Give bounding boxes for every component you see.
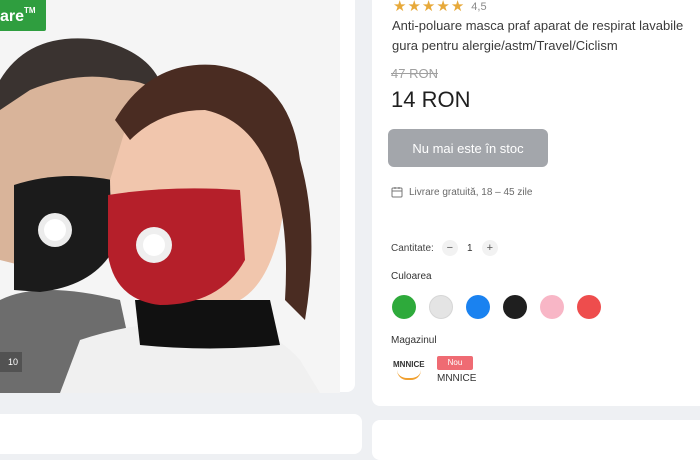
star-icon: ★: [421, 0, 436, 15]
old-price: 47 RON: [391, 66, 438, 81]
shop-info[interactable]: MNNICE Nou MNNICE: [393, 356, 476, 384]
rating-value: 4,5: [471, 1, 487, 13]
half-star-icon: ★: [450, 0, 465, 15]
next-card-left: [0, 414, 362, 454]
color-swatch-pink[interactable]: [540, 295, 564, 319]
delivery-info: Livrare gratuită, 18 – 45 zile: [391, 186, 532, 198]
brand-badge: areTM: [0, 0, 46, 31]
shop-logo: MNNICE: [393, 360, 429, 384]
out-of-stock-button[interactable]: Nu mai este în stoc: [388, 129, 548, 167]
rating-stars[interactable]: ★ ★ ★ ★ ★ 4,5: [393, 0, 487, 14]
next-card-right: [372, 420, 700, 460]
color-label: Culoarea: [391, 271, 432, 282]
quantity-stepper: Cantitate: − 1 +: [391, 240, 498, 256]
color-options: [392, 295, 614, 319]
quantity-label: Cantitate:: [391, 242, 434, 254]
product-photo[interactable]: areTM 10: [0, 0, 340, 393]
quantity-increase-button[interactable]: +: [481, 240, 498, 256]
delivery-text: Livrare gratuită, 18 – 45 zile: [409, 186, 533, 198]
calendar-icon: [391, 187, 403, 198]
shop-label: Magazinul: [391, 335, 437, 346]
shop-name[interactable]: MNNICE: [437, 373, 476, 384]
star-icon: ★: [436, 0, 450, 15]
color-swatch-white[interactable]: [429, 295, 453, 319]
product-title: Anti-poluare masca praf aparat de respir…: [392, 18, 684, 53]
new-shop-badge: Nou: [437, 356, 473, 370]
color-swatch-blue[interactable]: [466, 295, 490, 319]
star-icon: ★: [407, 0, 421, 15]
color-swatch-black[interactable]: [503, 295, 527, 319]
color-swatch-green[interactable]: [392, 295, 416, 319]
quantity-decrease-button[interactable]: −: [441, 240, 458, 256]
current-price: 14 RON: [391, 87, 471, 112]
star-icon: ★: [393, 0, 407, 15]
smile-icon: [397, 370, 421, 380]
color-swatch-red[interactable]: [577, 295, 601, 319]
image-counter: 10: [0, 352, 22, 372]
quantity-value[interactable]: 1: [458, 243, 482, 254]
product-photo-illustration: [0, 0, 340, 393]
